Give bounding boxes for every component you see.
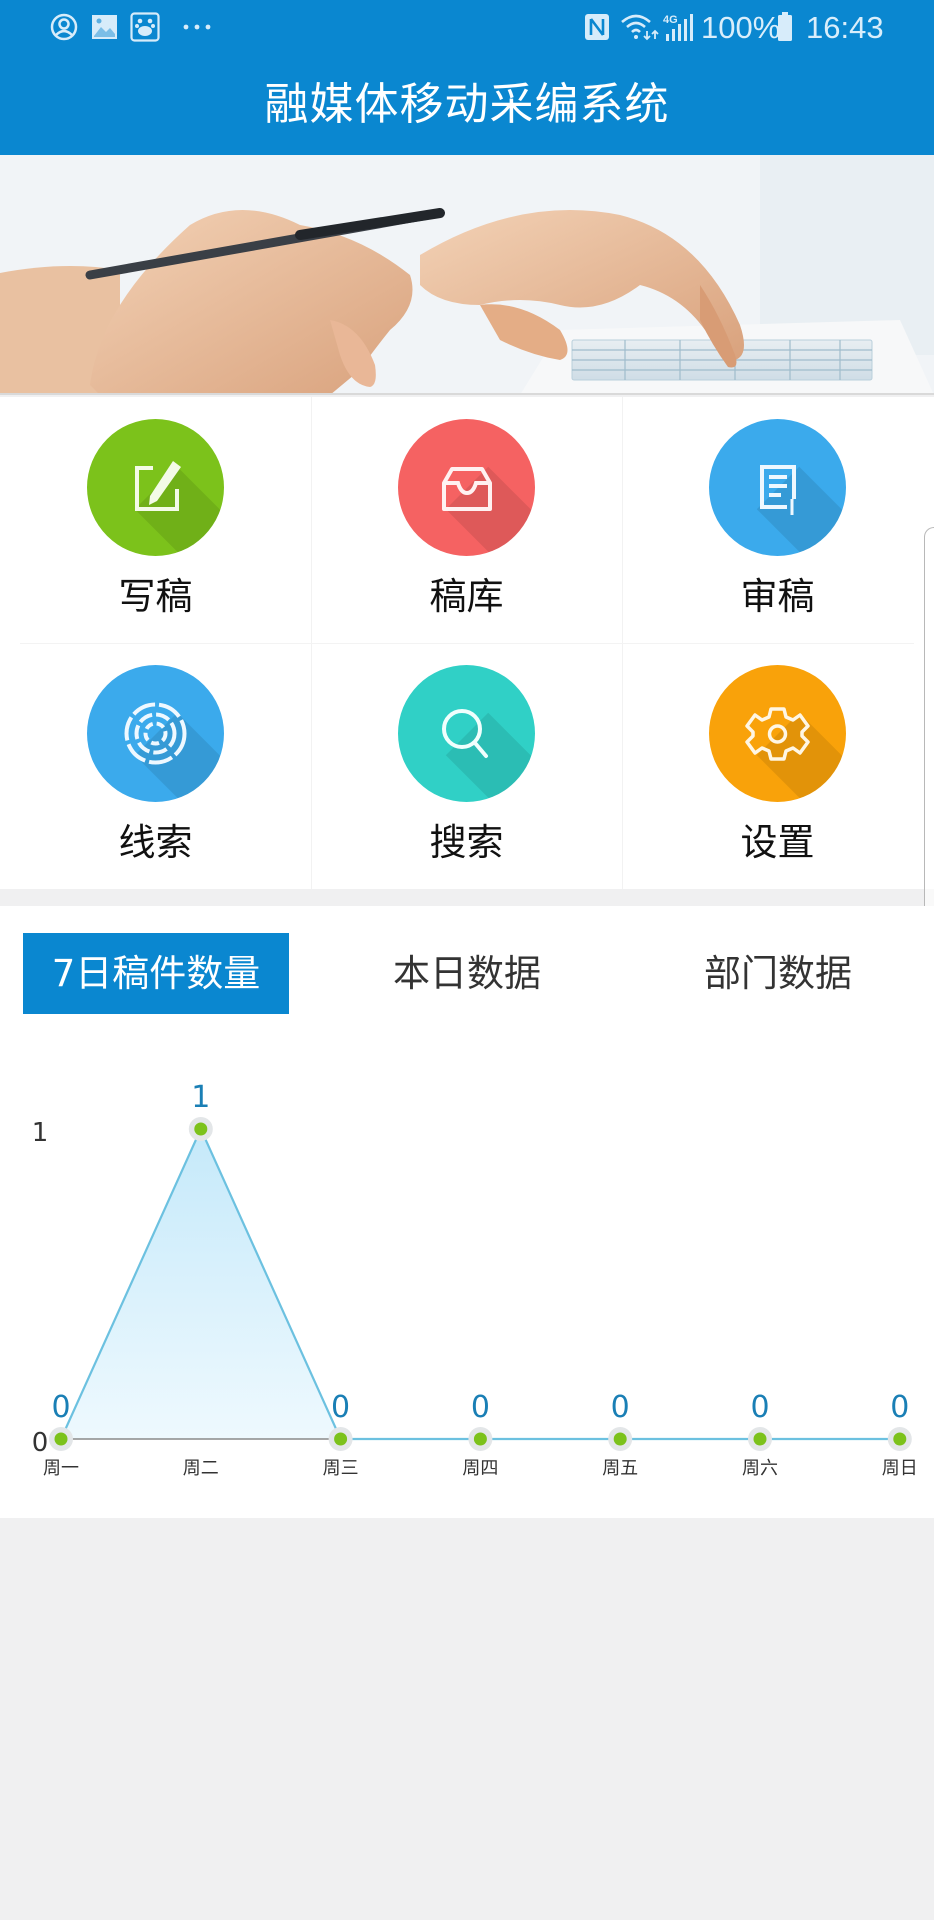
- settings-icon-circle: [709, 665, 846, 802]
- data-label: 0: [890, 1390, 909, 1425]
- edge-panel-handle[interactable]: [924, 527, 934, 919]
- data-label: 0: [750, 1390, 769, 1425]
- clues-icon-circle: [87, 665, 224, 802]
- data-point: [893, 1432, 907, 1446]
- x-tick-label: 周三: [323, 1458, 359, 1479]
- menu-item-settings[interactable]: 设置: [622, 643, 933, 889]
- data-label: 0: [611, 1390, 630, 1425]
- target-icon: [124, 702, 187, 765]
- x-tick-label: 周六: [742, 1458, 778, 1479]
- review-icon-circle: [709, 419, 846, 556]
- baidu-icon: [130, 12, 160, 42]
- x-tick-label: 周二: [183, 1458, 219, 1479]
- app-screen: 4G 100% 16:43 融媒体移动采编系统 写稿 稿库 审稿 线索 搜索 设…: [0, 0, 934, 1920]
- x-tick-label: 周一: [43, 1458, 79, 1479]
- image-icon: [91, 14, 118, 40]
- y-tick-label: 1: [32, 1118, 49, 1148]
- x-tick-label: 周四: [462, 1458, 498, 1479]
- data-point: [194, 1122, 208, 1136]
- data-point: [334, 1432, 348, 1446]
- more-dots-icon: [182, 14, 212, 40]
- battery-icon: [777, 12, 793, 41]
- data-point: [473, 1432, 487, 1446]
- stats-card: 7日稿件数量 本日数据 部门数据 01 0 1 0 0 0 0 0 周一 周二 周三 周四 周五 周六周…: [0, 906, 934, 1518]
- document-icon: [760, 465, 796, 515]
- library-icon-circle: [398, 419, 535, 556]
- write-icon-circle: [87, 419, 224, 556]
- banner-illustration: [0, 155, 934, 393]
- edit-icon: [135, 461, 181, 511]
- gear-icon: [745, 707, 810, 761]
- data-label: 0: [331, 1390, 350, 1425]
- menu-item-review[interactable]: 审稿: [622, 397, 933, 643]
- app-bar: 4G 100% 16:43 融媒体移动采编系统: [0, 0, 934, 155]
- search-icon-circle: [398, 665, 535, 802]
- menu-item-write[interactable]: 写稿: [0, 397, 311, 643]
- menu-label: 设置: [740, 821, 815, 864]
- menu-item-search[interactable]: 搜索: [311, 643, 622, 889]
- data-label: 0: [471, 1390, 490, 1425]
- banner-image[interactable]: [0, 155, 934, 395]
- data-label: 0: [51, 1390, 70, 1425]
- x-tick-label: 周日: [882, 1458, 918, 1479]
- data-point: [54, 1432, 68, 1446]
- menu-label: 写稿: [118, 575, 193, 618]
- function-grid: 写稿 稿库 审稿 线索 搜索 设置: [0, 397, 934, 889]
- menu-label: 搜索: [429, 821, 504, 864]
- status-bar: 4G 100% 16:43: [0, 0, 934, 56]
- menu-item-library[interactable]: 稿库: [311, 397, 622, 643]
- search-icon: [442, 709, 488, 758]
- menu-label: 稿库: [429, 575, 504, 618]
- wifi-icon: [620, 14, 660, 41]
- data-label: 1: [191, 1080, 210, 1115]
- data-point: [753, 1432, 767, 1446]
- menu-label: 审稿: [740, 575, 815, 618]
- inbox-icon: [442, 467, 492, 511]
- clock: 16:43: [806, 10, 884, 45]
- weekly-count-chart: 01 010 0 0 0 0周一 周二 周三 周四 周五 周六 周日: [32, 1080, 918, 1479]
- x-tick-label: 周五: [602, 1458, 638, 1479]
- menu-label: 线索: [118, 821, 193, 864]
- page-title: 融媒体移动采编系统: [264, 79, 670, 130]
- account-icon: [50, 13, 78, 41]
- menu-item-clues[interactable]: 线索: [0, 643, 311, 889]
- signal-4g-icon: 4G: [662, 14, 696, 41]
- y-tick-label: 0: [32, 1428, 49, 1458]
- battery-percent: 100%: [701, 10, 781, 45]
- nfc-icon: [584, 14, 610, 40]
- network-label: 4G: [663, 14, 678, 26]
- data-point: [613, 1432, 627, 1446]
